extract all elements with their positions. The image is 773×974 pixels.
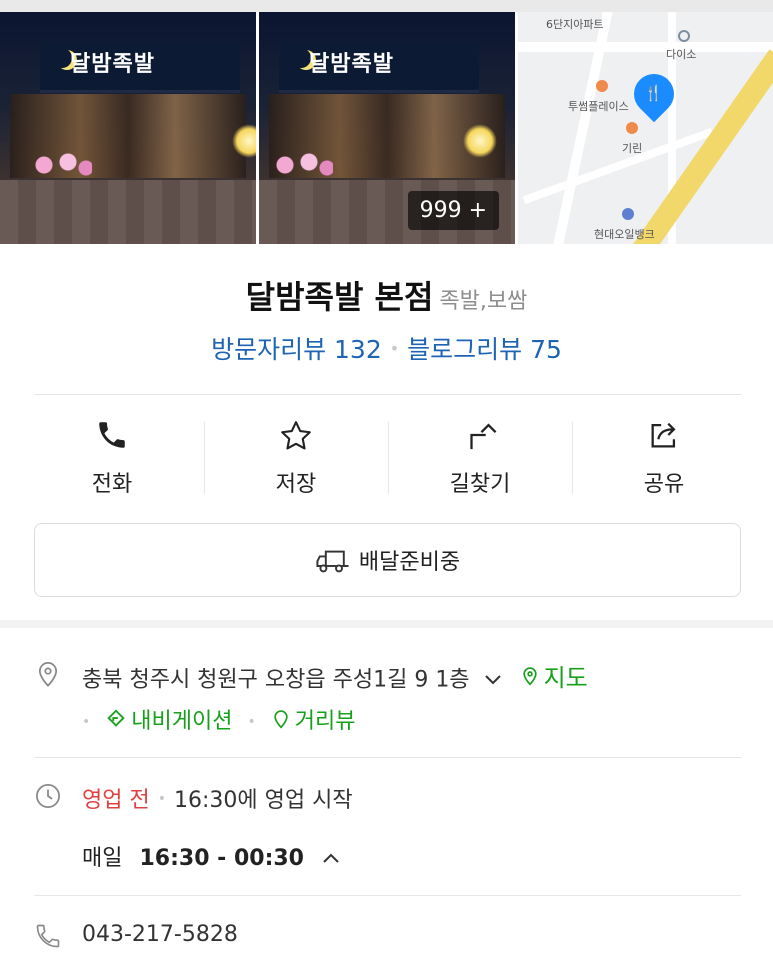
hours-row[interactable]: 매일 16:30 - 00:30 [82, 840, 341, 872]
map-label-kirin: 기린 [622, 142, 643, 155]
store-photo-2[interactable]: 달밤족발 999 + [259, 12, 515, 244]
street-view-link[interactable]: 거리뷰 [271, 703, 356, 735]
separator-dot: • [247, 714, 256, 730]
hours-collapse-chevron-icon[interactable] [321, 846, 341, 871]
top-status-strip [0, 0, 773, 12]
map-label-apartment: 6단지아파트 [546, 18, 604, 31]
navigation-icon [107, 709, 125, 727]
map-thumbnail[interactable]: 6단지아파트 다이소 투썸플레이스 기린 현대오일뱅크 🍴 [518, 12, 773, 244]
place-category: 족발,보쌈 [439, 289, 528, 314]
visitor-review-link[interactable]: 방문자리뷰 132 [211, 335, 382, 364]
address-sub-links: • 내비게이션 • 거리뷰 [82, 703, 355, 736]
delivery-truck-icon [316, 550, 349, 573]
separator-dot: • [389, 339, 400, 358]
gas-station-poi-icon [622, 208, 634, 220]
store-photo-1[interactable]: 달밤족발 [0, 12, 256, 244]
review-links: 방문자리뷰 132 • 블로그리뷰 75 [0, 330, 773, 366]
clock-icon [36, 784, 60, 808]
navigation-link-label: 내비게이션 [131, 709, 233, 734]
map-link-label: 지도 [543, 664, 588, 692]
phone-number[interactable]: 043-217-5828 [82, 922, 238, 947]
cafe-poi-icon [596, 80, 608, 92]
business-status: 영업 전 [82, 788, 150, 813]
directions-button[interactable]: 길찾기 [388, 410, 572, 502]
phone-outline-icon [36, 924, 60, 948]
divider [34, 895, 741, 896]
store-sign-text: 달밤족발 [70, 52, 155, 77]
map-pin-icon [522, 666, 537, 686]
place-title-row: 달밤족발 본점 족발,보쌈 [0, 272, 773, 318]
address-text: 충북 청주시 청원구 오창읍 주성1길 9 1층 [82, 667, 470, 693]
blog-review-link[interactable]: 블로그리뷰 75 [407, 335, 562, 364]
navigation-link[interactable]: 내비게이션 [105, 703, 232, 735]
delivery-label: 배달준비중 [358, 550, 461, 575]
directions-icon [388, 418, 572, 452]
restaurant-poi-icon [626, 122, 638, 134]
address-row: 충북 청주시 청원구 오창읍 주성1길 9 1층 지도 [82, 658, 588, 694]
store-sign-text: 달밤족발 [309, 52, 394, 77]
save-label: 저장 [275, 472, 317, 497]
photo-gallery[interactable]: 달밤족발 달밤족발 999 + 6단지아파트 다이소 투썸플레이스 기린 현대오… [0, 12, 773, 244]
delivery-status-button[interactable]: 배달준비중 [34, 523, 741, 597]
separator-dot: • [82, 714, 91, 730]
share-button[interactable]: 공유 [572, 410, 756, 502]
business-status-row: 영업 전 • 16:30에 영업 시작 [82, 782, 353, 814]
action-bar: 전화 저장 길찾기 공유 [20, 410, 755, 502]
save-button[interactable]: 저장 [204, 410, 388, 502]
photo-count-badge[interactable]: 999 + [407, 191, 499, 230]
share-label: 공유 [643, 472, 685, 497]
divider [34, 757, 741, 758]
directions-label: 길찾기 [449, 472, 511, 497]
share-icon [572, 418, 756, 452]
place-name: 달밤족발 본점 [245, 278, 434, 316]
call-label: 전화 [91, 472, 133, 497]
address-expand-chevron-icon[interactable] [483, 668, 503, 693]
star-icon [204, 418, 388, 452]
fork-knife-icon: 🍴 [644, 84, 663, 102]
map-label-daiso: 다이소 [666, 48, 697, 61]
divider [34, 394, 741, 395]
map-label-twosome: 투썸플레이스 [568, 100, 629, 113]
hours-range: 16:30 - 00:30 [139, 846, 304, 871]
street-view-pin-icon [274, 710, 288, 729]
map-label-oilbank: 현대오일뱅크 [594, 228, 655, 241]
hours-day-label: 매일 [82, 846, 123, 871]
location-marker-icon [38, 662, 58, 687]
moon-logo-icon [52, 48, 72, 68]
street-view-link-label: 거리뷰 [294, 709, 356, 734]
separator-dot: • [157, 791, 166, 807]
call-button[interactable]: 전화 [20, 410, 204, 502]
phone-icon [20, 418, 204, 452]
moon-logo-icon [291, 48, 311, 68]
map-link[interactable]: 지도 [520, 658, 588, 693]
section-band [0, 620, 773, 628]
next-open-text: 16:30에 영업 시작 [173, 788, 353, 813]
daiso-poi-icon [678, 30, 690, 42]
